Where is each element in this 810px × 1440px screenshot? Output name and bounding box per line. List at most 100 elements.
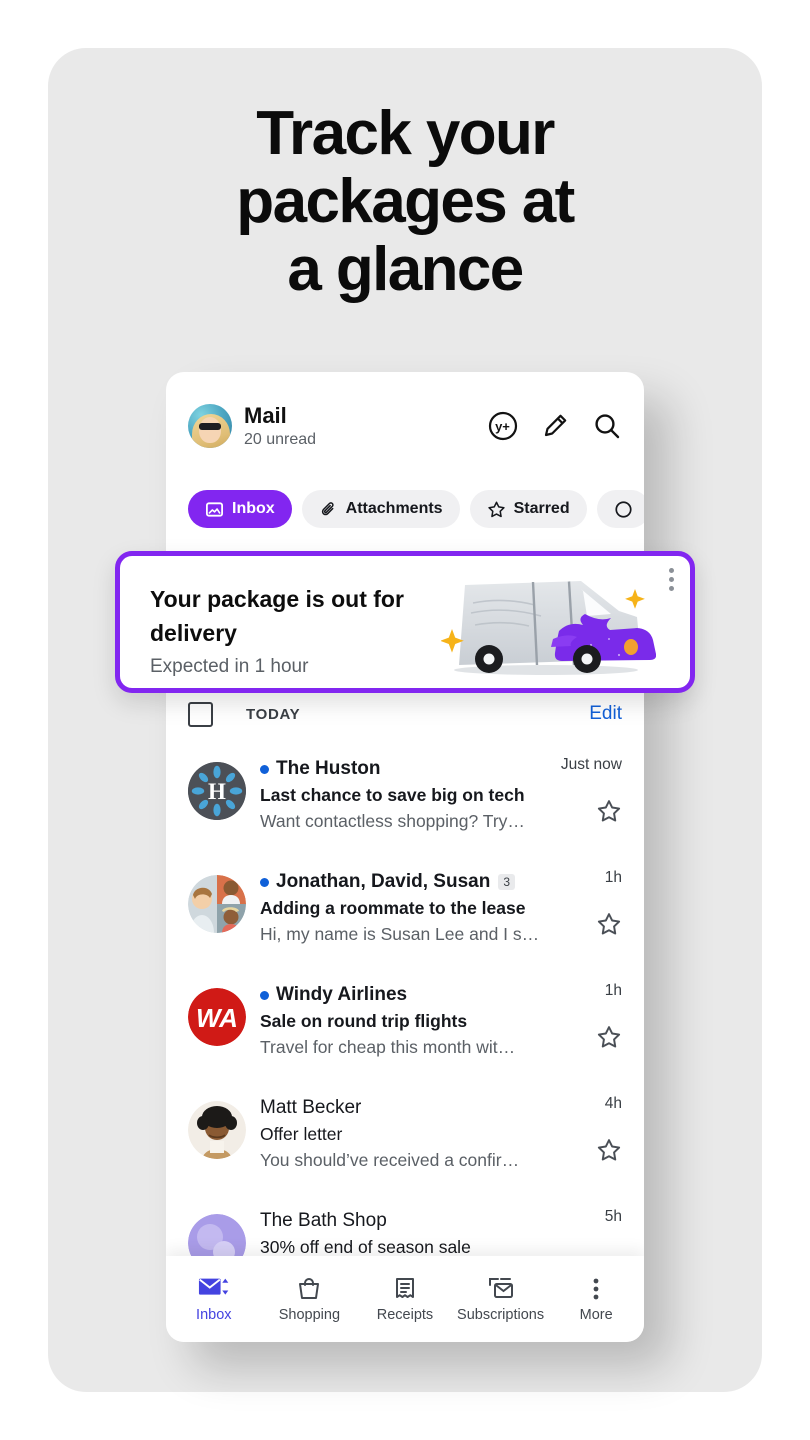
search-icon[interactable] <box>592 411 622 441</box>
overflow-menu-icon[interactable] <box>669 568 674 591</box>
avatar[interactable] <box>188 404 232 448</box>
tab-shopping[interactable]: Shopping <box>262 1276 358 1323</box>
sender-name: The Bath Shop <box>260 1210 387 1231</box>
header-titles: Mail 20 unread <box>244 403 488 450</box>
table-row[interactable]: WA Windy Airlines Sale on round trip fli… <box>166 966 644 1079</box>
chip-attachments-label: Attachments <box>345 500 443 517</box>
svg-text:y+: y+ <box>495 419 510 434</box>
tab-more[interactable]: More <box>548 1276 644 1323</box>
row-right: 4h <box>558 1093 622 1163</box>
row-right: 1h <box>558 867 622 937</box>
menu-dot <box>669 568 674 573</box>
delivery-truck-svg <box>440 581 657 675</box>
chip-partial[interactable] <box>596 490 644 528</box>
paperclip-icon <box>321 501 334 515</box>
timestamp: 1h <box>604 869 622 886</box>
row-body: Windy Airlines Sale on round trip flight… <box>260 980 554 1060</box>
chip-starred[interactable]: Starred <box>469 490 587 528</box>
shopping-bag-icon <box>299 1277 320 1299</box>
star-outline-icon[interactable] <box>596 911 622 937</box>
tab-shopping-label: Shopping <box>278 1306 341 1323</box>
avatar-face <box>199 417 221 443</box>
bottom-tab-bar: Inbox Shopping Receipts Subscriptions Mo… <box>166 1256 644 1342</box>
tab-subscriptions[interactable]: Subscriptions <box>453 1276 549 1323</box>
more-dots-icon <box>593 1278 599 1299</box>
delivery-truck-illustration <box>440 569 657 684</box>
row-body: Jonathan, David, Susan 3 Adding a roomma… <box>260 867 554 947</box>
bath-shop-mark <box>188 1214 246 1262</box>
row-body: The Bath Shop 30% off end of season sale <box>260 1206 554 1260</box>
compose-pencil-icon[interactable] <box>540 411 570 441</box>
timestamp: 5h <box>604 1208 622 1225</box>
subject-line: Adding a roommate to the lease <box>260 898 526 918</box>
tab-inbox[interactable]: Inbox <box>166 1276 262 1323</box>
headline-line-2: packages at <box>236 167 575 236</box>
sender-name: Matt Becker <box>260 1097 362 1118</box>
chip-starred-label: Starred <box>513 500 570 517</box>
windy-airlines-monogram: WA <box>188 988 246 1046</box>
star-outline-icon[interactable] <box>596 1137 622 1163</box>
phone-screen: Mail 20 unread y+ Inbox Attachments Star… <box>166 372 644 1342</box>
message-count-badge: 3 <box>498 874 516 890</box>
row-top: Matt Becker <box>260 1095 554 1121</box>
chip-inbox[interactable]: Inbox <box>188 490 292 528</box>
subject-line: Offer letter <box>260 1124 343 1144</box>
app-title: Mail <box>244 402 287 428</box>
table-row[interactable]: H The Huston Last chance to save big on … <box>166 740 644 853</box>
table-row[interactable]: Matt Becker Offer letter You should’ve r… <box>166 1079 644 1192</box>
row-top: The Bath Shop <box>260 1208 554 1234</box>
mail-list: H The Huston Last chance to save big on … <box>166 740 644 1262</box>
menu-dot <box>669 577 674 582</box>
matt-becker-portrait <box>188 1101 246 1159</box>
sender-name: The Huston <box>276 758 381 779</box>
header-actions: y+ <box>488 411 622 441</box>
tab-subscriptions-label: Subscriptions <box>457 1306 545 1323</box>
filter-chip-row: Inbox Attachments Starred <box>166 484 644 534</box>
snippet-text: You should’ve received a confir… <box>260 1150 520 1170</box>
mail-header: Mail 20 unread y+ <box>166 372 644 480</box>
package-card-subtitle: Expected in 1 hour <box>150 656 309 677</box>
row-top: Windy Airlines <box>260 982 554 1008</box>
svg-text:WA: WA <box>196 1003 238 1033</box>
matt-becker-photo-avatar <box>188 1101 246 1159</box>
tab-receipts[interactable]: Receipts <box>357 1276 453 1323</box>
clock-circle-icon <box>615 500 632 518</box>
star-outline-icon[interactable] <box>596 798 622 824</box>
yahoo-plus-icon[interactable]: y+ <box>488 411 518 441</box>
subject-line: Last chance to save big on tech <box>260 785 525 805</box>
subject-line: Sale on round trip flights <box>260 1011 468 1031</box>
row-body: Matt Becker Offer letter You should’ve r… <box>260 1093 554 1173</box>
group-photo-avatar <box>188 875 246 933</box>
huston-monogram: H <box>188 762 246 820</box>
unread-dot <box>260 764 269 774</box>
package-tracking-card[interactable]: Your package is out for delivery Expecte… <box>115 551 695 693</box>
headline-line-1: Track your <box>256 99 555 168</box>
row-top: The Huston <box>260 756 554 782</box>
row-top: Jonathan, David, Susan 3 <box>260 869 554 895</box>
package-card-title: Your package is out for delivery <box>150 586 404 646</box>
tab-receipts-label: Receipts <box>376 1306 434 1323</box>
tab-more-label: More <box>579 1306 613 1323</box>
unread-count: 20 unread <box>244 430 317 448</box>
select-all-checkbox[interactable] <box>188 701 213 727</box>
sender-name: Jonathan, David, Susan <box>276 871 491 892</box>
chip-attachments[interactable]: Attachments <box>301 490 460 528</box>
row-body: The Huston Last chance to save big on te… <box>260 754 554 834</box>
edit-button[interactable]: Edit <box>589 703 622 725</box>
star-outline-icon[interactable] <box>596 1024 622 1050</box>
timestamp: 1h <box>604 982 622 999</box>
list-header: TODAY Edit <box>166 692 644 736</box>
unread-dot <box>260 877 269 887</box>
table-row[interactable]: The Bath Shop 30% off end of season sale… <box>166 1192 644 1262</box>
snippet-text: Hi, my name is Susan Lee and I s… <box>260 924 540 944</box>
avatar-sunglasses <box>199 423 221 430</box>
sender-name: Windy Airlines <box>276 984 408 1005</box>
tab-inbox-label: Inbox <box>196 1306 232 1323</box>
row-right: Just now <box>558 754 622 824</box>
group-avatar-tiles <box>188 875 246 933</box>
table-row[interactable]: Jonathan, David, Susan 3 Adding a roomma… <box>166 853 644 966</box>
row-right: 5h <box>558 1206 622 1228</box>
bath-shop-logo-icon <box>188 1214 246 1262</box>
star-outline-icon <box>487 501 505 517</box>
svg-text:H: H <box>208 779 226 804</box>
